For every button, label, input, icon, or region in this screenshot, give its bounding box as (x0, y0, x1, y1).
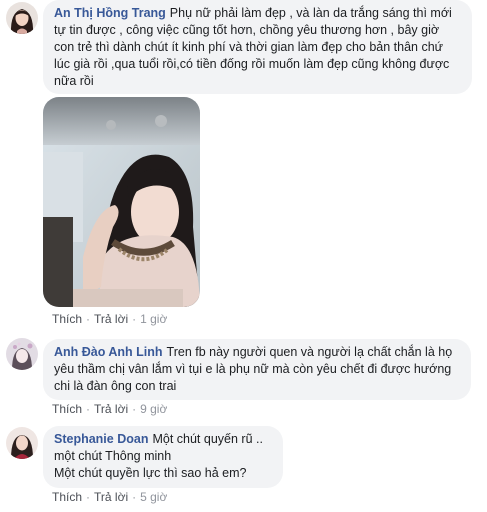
comment-actions: Thích · Trả lời · 5 giờ (52, 490, 167, 504)
reply-link[interactable]: Trả lời (94, 402, 128, 416)
comment-actions: Thích · Trả lời · 1 giờ (52, 312, 167, 326)
separator-dot: · (86, 490, 91, 504)
like-link[interactable]: Thích (52, 490, 82, 504)
separator-dot: · (132, 490, 137, 504)
separator-dot: · (86, 312, 91, 326)
comment-timestamp[interactable]: 9 giờ (140, 402, 167, 416)
comment-actions: Thích · Trả lời · 9 giờ (52, 402, 167, 416)
avatar[interactable] (6, 2, 38, 34)
comment-author[interactable]: An Thị Hồng Trang (54, 6, 166, 20)
like-link[interactable]: Thích (52, 402, 82, 416)
comment-author[interactable]: Anh Đào Anh Linh (54, 345, 163, 359)
separator-dot: · (132, 312, 137, 326)
comment-timestamp[interactable]: 5 giờ (140, 490, 167, 504)
separator-dot: · (132, 402, 137, 416)
comment-bubble: An Thị Hồng Trang Phụ nữ phải làm đẹp , v… (43, 0, 472, 94)
avatar[interactable] (6, 338, 38, 370)
comment-timestamp[interactable]: 1 giờ (140, 312, 167, 326)
avatar[interactable] (6, 427, 38, 459)
comment-bubble: Stephanie Doan Một chút quyến rũ .. một c… (43, 426, 283, 488)
comment-photo[interactable] (43, 97, 200, 307)
like-link[interactable]: Thích (52, 312, 82, 326)
reply-link[interactable]: Trả lời (94, 490, 128, 504)
comment-author[interactable]: Stephanie Doan (54, 432, 148, 446)
reply-link[interactable]: Trả lời (94, 312, 128, 326)
comment-bubble: Anh Đào Anh Linh Tren fb này người quen v… (43, 339, 471, 400)
separator-dot: · (86, 402, 91, 416)
